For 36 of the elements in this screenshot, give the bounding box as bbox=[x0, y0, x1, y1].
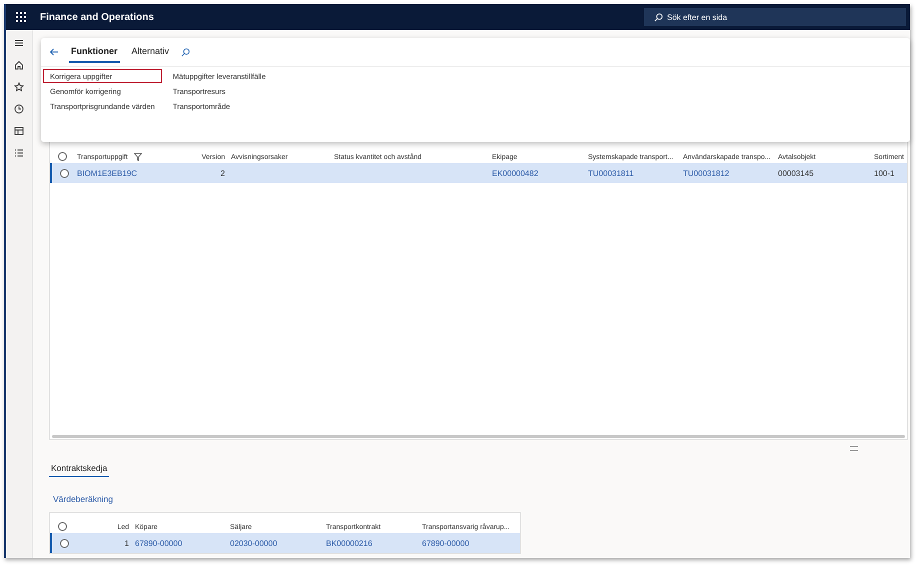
search-field[interactable]: Sök efter en sida bbox=[644, 8, 906, 26]
table-cell: 100-1 bbox=[874, 168, 894, 178]
select-all-radio[interactable] bbox=[58, 522, 67, 531]
table-row[interactable]: BIOM1E3EB19C 2 EK00000482 TU00031811 TU00031812 00003145 100-1 bbox=[50, 163, 907, 183]
cell-link[interactable]: BIOM1E3EB19C bbox=[77, 168, 138, 178]
cell-link[interactable]: EK00000482 bbox=[492, 168, 538, 178]
app-title: Finance and Operations bbox=[40, 12, 154, 22]
action-tab[interactable]: Funktioner bbox=[69, 41, 120, 63]
menu-icon[interactable] bbox=[14, 38, 24, 48]
search-icon[interactable] bbox=[181, 48, 190, 56]
app-launcher-icon[interactable] bbox=[16, 12, 26, 22]
cell-link[interactable]: 67890-00000 bbox=[422, 538, 470, 548]
table-cell: 2 bbox=[220, 168, 225, 178]
table-cell: 00003145 bbox=[778, 168, 814, 178]
search-icon bbox=[654, 12, 663, 22]
cell-link[interactable]: TU00031811 bbox=[588, 168, 634, 178]
list-icon[interactable] bbox=[14, 148, 24, 158]
cell-link[interactable]: TU00031812 bbox=[683, 168, 730, 178]
star-icon[interactable] bbox=[14, 82, 24, 92]
row-radio[interactable] bbox=[60, 168, 69, 178]
select-all-radio[interactable] bbox=[58, 152, 67, 161]
clock-icon[interactable] bbox=[14, 104, 24, 114]
back-arrow-icon[interactable] bbox=[49, 47, 59, 57]
section-tab[interactable]: Kontraktskedja bbox=[49, 461, 110, 477]
workspace-icon[interactable] bbox=[14, 126, 24, 136]
cell-link[interactable]: BK00000216 bbox=[326, 538, 372, 548]
section-link[interactable]: Värdeberäkning bbox=[53, 494, 908, 504]
splitter-handle[interactable] bbox=[850, 446, 858, 451]
table-row[interactable]: 1 67890-00000 02030-00000 BK00000216 67890-00000 bbox=[50, 533, 520, 553]
cell-link[interactable]: 02030-00000 bbox=[230, 538, 278, 548]
cell-link[interactable]: 67890-00000 bbox=[135, 538, 182, 548]
table-cell: 1 bbox=[124, 538, 129, 548]
home-icon[interactable] bbox=[14, 60, 24, 70]
filter-icon[interactable] bbox=[134, 153, 142, 161]
action-tab[interactable]: Alternativ bbox=[130, 41, 172, 63]
row-radio[interactable] bbox=[60, 538, 69, 548]
